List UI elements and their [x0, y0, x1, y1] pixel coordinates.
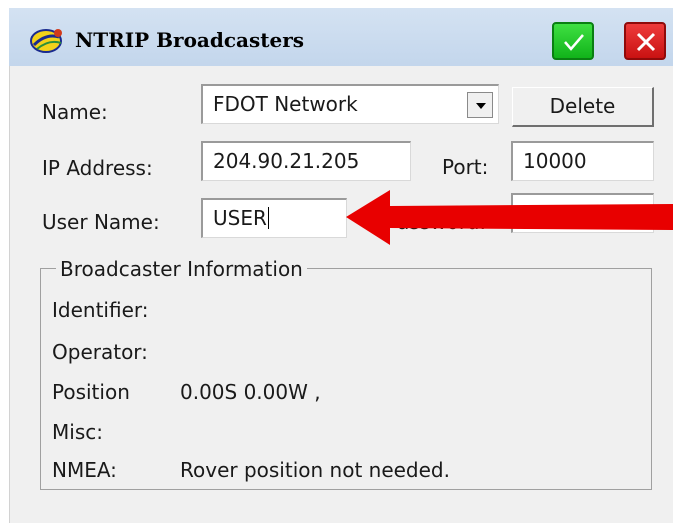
delete-button[interactable]: Delete: [512, 87, 654, 127]
port-input[interactable]: 10000: [511, 141, 654, 181]
satellite-dish-icon: [30, 29, 62, 53]
operator-label: Operator:: [52, 340, 148, 364]
window-title: NTRIP Broadcasters: [75, 28, 305, 52]
chevron-down-icon: [476, 103, 486, 109]
user-name-input[interactable]: USER: [201, 198, 347, 238]
dropdown-arrow-button[interactable]: [467, 92, 493, 118]
name-dropdown[interactable]: FDOT Network: [201, 84, 499, 124]
red-arrow-left-icon: [346, 190, 673, 245]
position-label: Position: [52, 380, 130, 404]
name-dropdown-value: FDOT Network: [213, 92, 358, 116]
identifier-label: Identifier:: [52, 298, 149, 322]
x-icon: [636, 32, 656, 52]
title-bar: NTRIP Broadcasters: [9, 8, 673, 66]
ok-button[interactable]: [552, 22, 594, 60]
name-label: Name:: [42, 100, 108, 124]
port-label: Port:: [442, 155, 489, 179]
misc-label: Misc:: [52, 420, 103, 444]
checkmark-icon: [564, 34, 584, 51]
user-name-value: USER: [213, 206, 267, 230]
ip-address-input[interactable]: 204.90.21.205: [201, 141, 411, 181]
nmea-value: Rover position not needed.: [180, 458, 450, 482]
user-name-label: User Name:: [42, 210, 160, 234]
text-caret: [267, 207, 269, 229]
position-value: 0.00S 0.00W ,: [180, 380, 321, 404]
close-button[interactable]: [624, 22, 666, 60]
nmea-label: NMEA:: [52, 458, 117, 482]
broadcaster-info-legend: Broadcaster Information: [56, 257, 307, 281]
ip-address-label: IP Address:: [42, 156, 153, 180]
